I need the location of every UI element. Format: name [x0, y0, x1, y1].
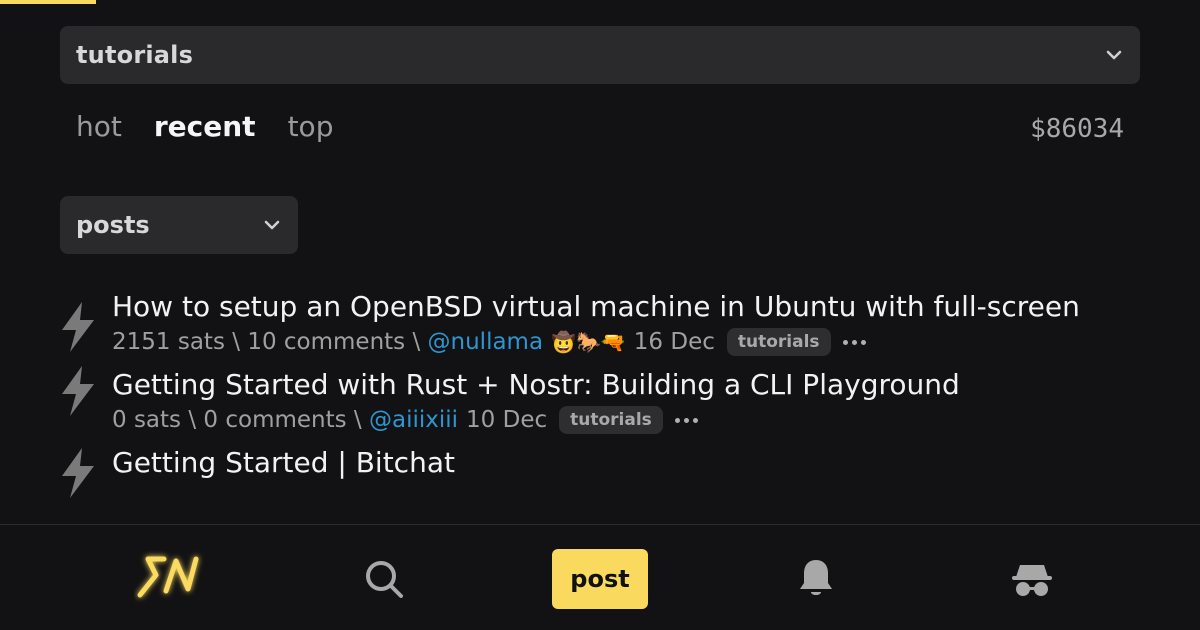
post-feed: How to setup an OpenBSD virtual machine …: [60, 290, 1140, 524]
tab-recent[interactable]: recent: [154, 110, 256, 143]
zap-icon[interactable]: [60, 300, 96, 358]
tab-top[interactable]: top: [288, 110, 334, 143]
chevron-down-icon: [262, 215, 282, 235]
more-options-icon[interactable]: [674, 417, 698, 423]
bottom-nav: post: [0, 524, 1200, 630]
zap-icon[interactable]: [60, 446, 96, 504]
post-button[interactable]: post: [552, 549, 648, 609]
sort-tabs: hot recent top: [76, 110, 333, 143]
top-accent-bar: [0, 0, 96, 4]
separator: \: [346, 407, 369, 433]
type-select[interactable]: posts: [60, 196, 298, 254]
sn-logo-icon[interactable]: [134, 545, 204, 609]
post-title[interactable]: Getting Started with Rust + Nostr: Build…: [112, 368, 1140, 402]
incognito-icon[interactable]: [1012, 561, 1052, 601]
tab-hot[interactable]: hot: [76, 110, 122, 143]
post-sats: 2151 sats: [112, 329, 225, 355]
btc-price[interactable]: $86034: [1030, 114, 1124, 144]
territory-tag[interactable]: tutorials: [559, 406, 663, 434]
type-select-label: posts: [76, 211, 150, 239]
chevron-down-icon: [1104, 45, 1124, 65]
post-title[interactable]: Getting Started | Bitchat: [112, 446, 1140, 480]
search-icon[interactable]: [364, 559, 404, 603]
separator: \: [181, 407, 204, 433]
list-item: Getting Started with Rust + Nostr: Build…: [60, 366, 1140, 434]
bell-icon[interactable]: [798, 557, 834, 603]
list-item: How to setup an OpenBSD virtual machine …: [60, 290, 1140, 356]
author-hats: 🤠🐎🔫: [551, 330, 626, 354]
post-date[interactable]: 10 Dec: [466, 407, 547, 433]
more-options-icon[interactable]: [842, 339, 866, 345]
separator: \: [405, 329, 428, 355]
territory-select[interactable]: tutorials: [60, 26, 1140, 84]
post-sats: 0 sats: [112, 407, 182, 433]
post-author[interactable]: @aiiixiii: [369, 407, 458, 433]
post-author[interactable]: @nullama: [428, 329, 544, 355]
separator: \: [224, 329, 248, 355]
post-comments[interactable]: 10 comments: [247, 329, 405, 355]
list-item: Getting Started | Bitchat: [60, 446, 1140, 498]
post-date[interactable]: 16 Dec: [634, 329, 715, 355]
zap-icon[interactable]: [60, 364, 96, 422]
post-title[interactable]: How to setup an OpenBSD virtual machine …: [112, 290, 1140, 324]
territory-select-label: tutorials: [76, 41, 194, 69]
post-comments[interactable]: 0 comments: [203, 407, 346, 433]
page: tutorials hot recent top $86034 posts Ho…: [0, 0, 1200, 630]
territory-tag[interactable]: tutorials: [726, 328, 831, 356]
post-meta: 2151 sats \ 10 comments \ @nullama 🤠🐎🔫 1…: [112, 328, 1140, 356]
post-meta: 0 sats \ 0 comments \ @aiiixiii 10 Dec t…: [112, 406, 1140, 434]
